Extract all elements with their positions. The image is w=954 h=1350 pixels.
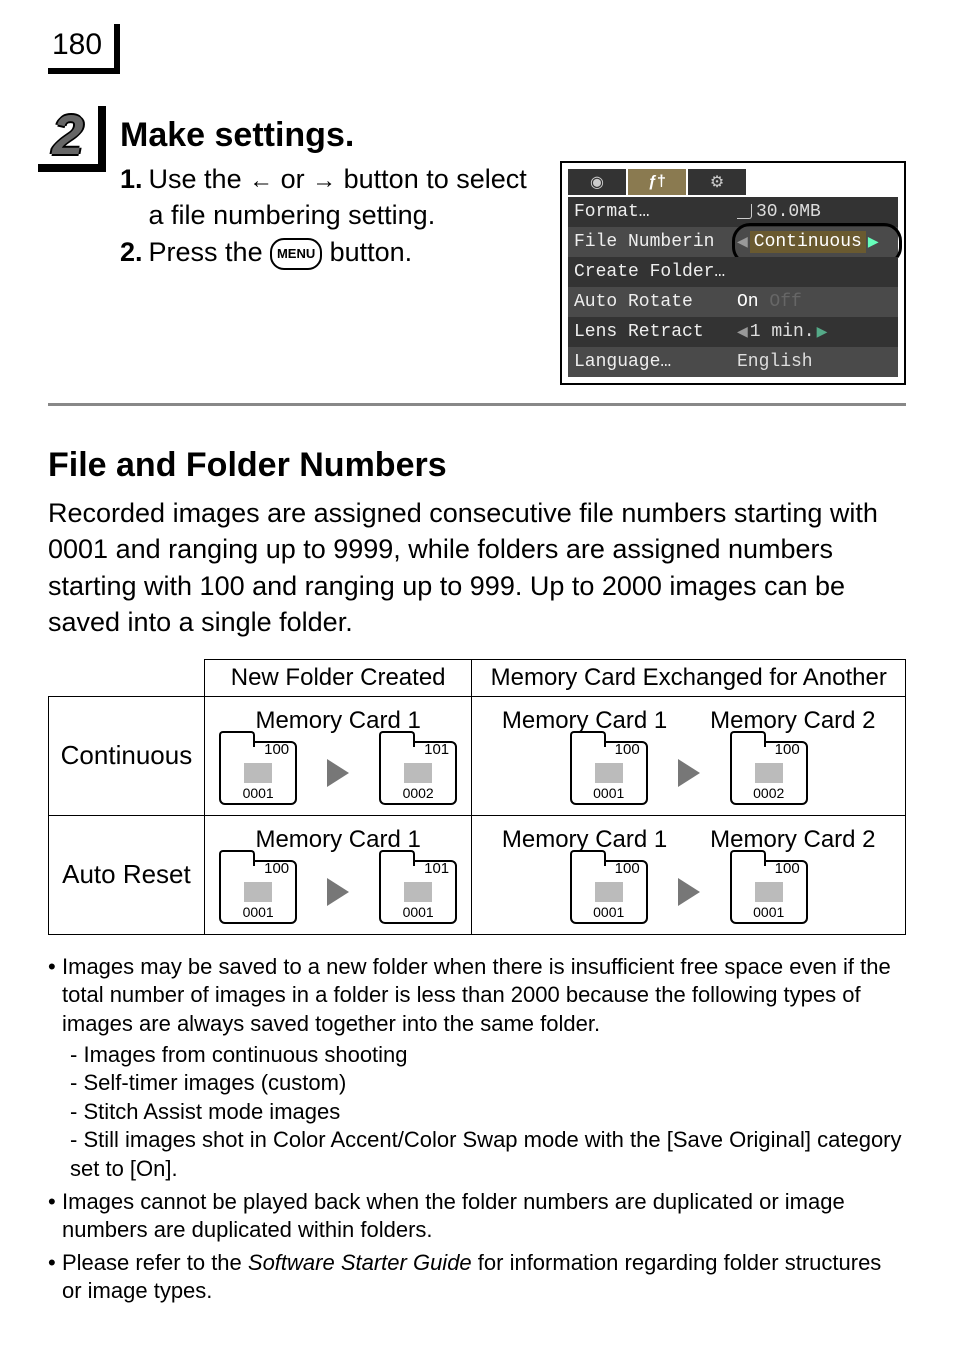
lcd-language-label: Language… [574,352,729,372]
substep-2-number: 2. [120,234,143,270]
lcd-tab-camera-icon: ◉ [568,169,626,195]
note-2: Images cannot be played back when the fo… [48,1188,906,1245]
row-label-continuous: Continuous [49,696,205,815]
arrow-icon [327,878,349,906]
col-header-new-folder: New Folder Created [204,659,472,696]
step-number: 2 [52,107,83,163]
lcd-screenshot: ◉ ƒ† ⚙ Format… 30.0MB File Numberin ◀Con… [560,161,906,385]
page-header: 180 [48,24,906,74]
arrow-icon [678,878,700,906]
lcd-auto-rotate-label: Auto Rotate [574,292,729,312]
arrow-icon [327,759,349,787]
step-instructions: 1. Use the ← or → button to select a fil… [120,161,540,270]
note-1d: Still images shot in Color Accent/Color … [70,1126,906,1183]
menu-button-icon: MENU [270,238,322,270]
note-1c: Stitch Assist mode images [70,1098,906,1127]
folder-icon: 101 0001 [379,860,457,924]
lcd-language-value: English [729,352,892,372]
lcd-create-folder-label: Create Folder… [574,262,729,282]
folder-icon: 100 0001 [570,860,648,924]
right-arrow-icon: → [312,165,336,197]
section-body: Recorded images are assigned consecutive… [48,495,906,641]
page-number: 180 [48,24,120,74]
lcd-file-numbering-label: File Numberin [574,232,729,252]
numbering-table: New Folder Created Memory Card Exchanged… [48,659,906,935]
step-number-box: 2 [38,106,106,172]
lcd-format-value: 30.0MB [729,202,892,222]
folder-icon: 101 0002 [379,741,457,805]
substep-1-number: 1. [120,161,143,234]
col-header-card-exchange: Memory Card Exchanged for Another [472,659,906,696]
arrow-icon [678,759,700,787]
lcd-auto-rotate-value: On Off [729,292,892,312]
lcd-lens-retract-label: Lens Retract [574,322,729,342]
left-arrow-icon: ← [249,165,273,197]
note-1: Images may be saved to a new folder when… [62,954,891,1036]
lcd-tab-person-icon: ⚙ [688,169,746,195]
notes-block: Images may be saved to a new folder when… [48,953,906,1306]
substep-1-text-a: Use the [149,164,250,194]
substep-2-text-a: Press the [149,237,271,267]
lcd-file-numbering-value: ◀Continuous▶ [729,232,892,252]
sd-card-icon [737,204,752,219]
step-block: 2 Make settings. 1. Use the ← or → butto… [48,114,906,406]
folder-icon: 100 0001 [219,741,297,805]
folder-icon: 100 0002 [730,741,808,805]
substep-1-text-b: or [281,164,313,194]
step-title: Make settings. [120,116,906,155]
substep-2-text-b: button. [330,237,413,267]
lcd-format-label: Format… [574,202,729,222]
note-3: Please refer to the Software Starter Gui… [48,1249,906,1306]
folder-icon: 100 0001 [570,741,648,805]
folder-icon: 100 0001 [219,860,297,924]
lcd-lens-retract-value: ◀1 min.▶ [729,322,892,342]
section-title: File and Folder Numbers [48,446,906,485]
lcd-tab-tools-icon: ƒ† [628,169,686,195]
note-1a: Images from continuous shooting [70,1041,906,1070]
folder-icon: 100 0001 [730,860,808,924]
row-label-auto-reset: Auto Reset [49,815,205,934]
note-1b: Self-timer images (custom) [70,1069,906,1098]
